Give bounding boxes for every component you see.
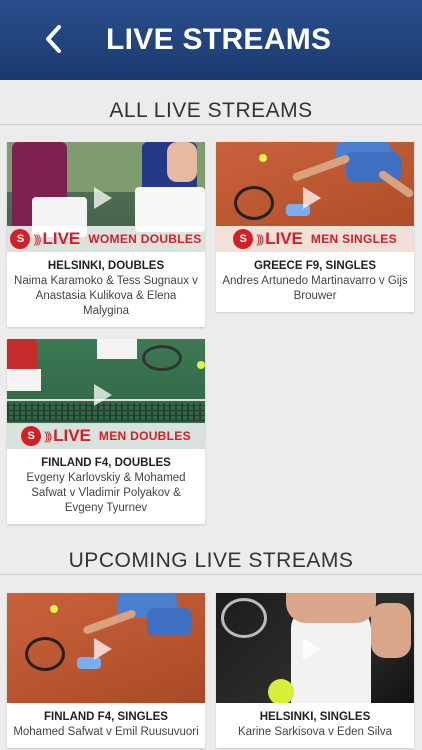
stream-thumbnail: S ))) LIVE MEN DOUBLES	[7, 339, 205, 449]
stream-title: HELSINKI, DOUBLES	[47, 260, 165, 272]
brand-logo-icon: S	[10, 229, 31, 249]
stream-title: FINLAND F4, SINGLES	[44, 711, 168, 723]
broadcast-waves-icon: )))	[44, 429, 52, 443]
upcoming-stream-card[interactable]: FINLAND F4, SINGLES Mohamed Safwat v Emi…	[7, 593, 205, 748]
stream-card[interactable]: S ))) LIVE MEN SINGLES GREECE F9, SINGLE…	[216, 142, 414, 312]
stream-title: GREECE F9, SINGLES	[253, 260, 377, 272]
section-heading-all-live: ALL LIVE STREAMS	[109, 99, 313, 122]
tennis-ball-icon	[268, 679, 294, 703]
match-type-label: MEN DOUBLES	[98, 429, 191, 443]
back-button[interactable]	[40, 22, 70, 56]
play-icon	[303, 187, 321, 209]
tennis-ball-icon	[50, 605, 58, 613]
stream-title: HELSINKI, SINGLES	[259, 711, 371, 723]
upcoming-stream-card[interactable]: HELSINKI, SINGLES Karine Sarkisova v Ede…	[216, 593, 414, 748]
live-badge: S ))) LIVE MEN DOUBLES	[7, 423, 205, 449]
play-icon	[94, 638, 112, 660]
stream-thumbnail: S ))) LIVE MEN SINGLES	[216, 142, 414, 252]
tennis-ball-icon	[197, 361, 205, 369]
stream-title: FINLAND F4, DOUBLES	[41, 457, 171, 469]
stream-card[interactable]: S ))) LIVE WOMEN DOUBLES HELSINKI, DOUBL…	[7, 142, 205, 327]
match-type-label: WOMEN DOUBLES	[88, 232, 202, 246]
live-label: LIVE	[265, 229, 303, 248]
match-type-label: MEN SINGLES	[310, 232, 397, 246]
play-icon	[94, 384, 112, 406]
stream-thumbnail: S ))) LIVE WOMEN DOUBLES	[7, 142, 205, 252]
live-badge: S ))) LIVE MEN SINGLES	[216, 226, 414, 252]
stream-thumbnail	[7, 593, 205, 703]
stream-players: Mohamed Safwat v Emil Ruusuvuori	[13, 726, 199, 738]
app-header: LIVE STREAMS	[0, 0, 422, 80]
broadcast-waves-icon: )))	[33, 232, 41, 246]
stream-players: Naima Karamoko & Tess Sugnaux v Anastasi…	[14, 275, 198, 317]
broadcast-waves-icon: )))	[256, 232, 264, 246]
brand-logo-icon: S	[21, 426, 42, 446]
stream-players: Karine Sarkisova v Eden Silva	[237, 726, 393, 738]
section-divider	[0, 574, 422, 575]
stream-card[interactable]: S ))) LIVE MEN DOUBLES FINLAND F4, DOUBL…	[7, 339, 205, 524]
stream-players: Andres Artunedo Martinavarro v Gijs Brou…	[222, 275, 408, 302]
section-divider	[0, 124, 422, 125]
section-heading-upcoming: UPCOMING LIVE STREAMS	[68, 549, 354, 572]
chevron-left-icon	[46, 25, 61, 53]
tennis-ball-icon	[259, 154, 267, 162]
brand-logo-icon: S	[233, 229, 254, 249]
page-title: LIVE STREAMS	[106, 23, 332, 56]
stream-players: Evgeny Karlovskiy & Mohamed Safwat v Vla…	[26, 472, 186, 514]
play-icon	[303, 638, 321, 660]
live-label: LIVE	[42, 229, 81, 248]
live-label: LIVE	[53, 426, 91, 445]
stream-thumbnail	[216, 593, 414, 703]
live-badge: S ))) LIVE WOMEN DOUBLES	[7, 226, 205, 252]
play-icon	[94, 187, 112, 209]
